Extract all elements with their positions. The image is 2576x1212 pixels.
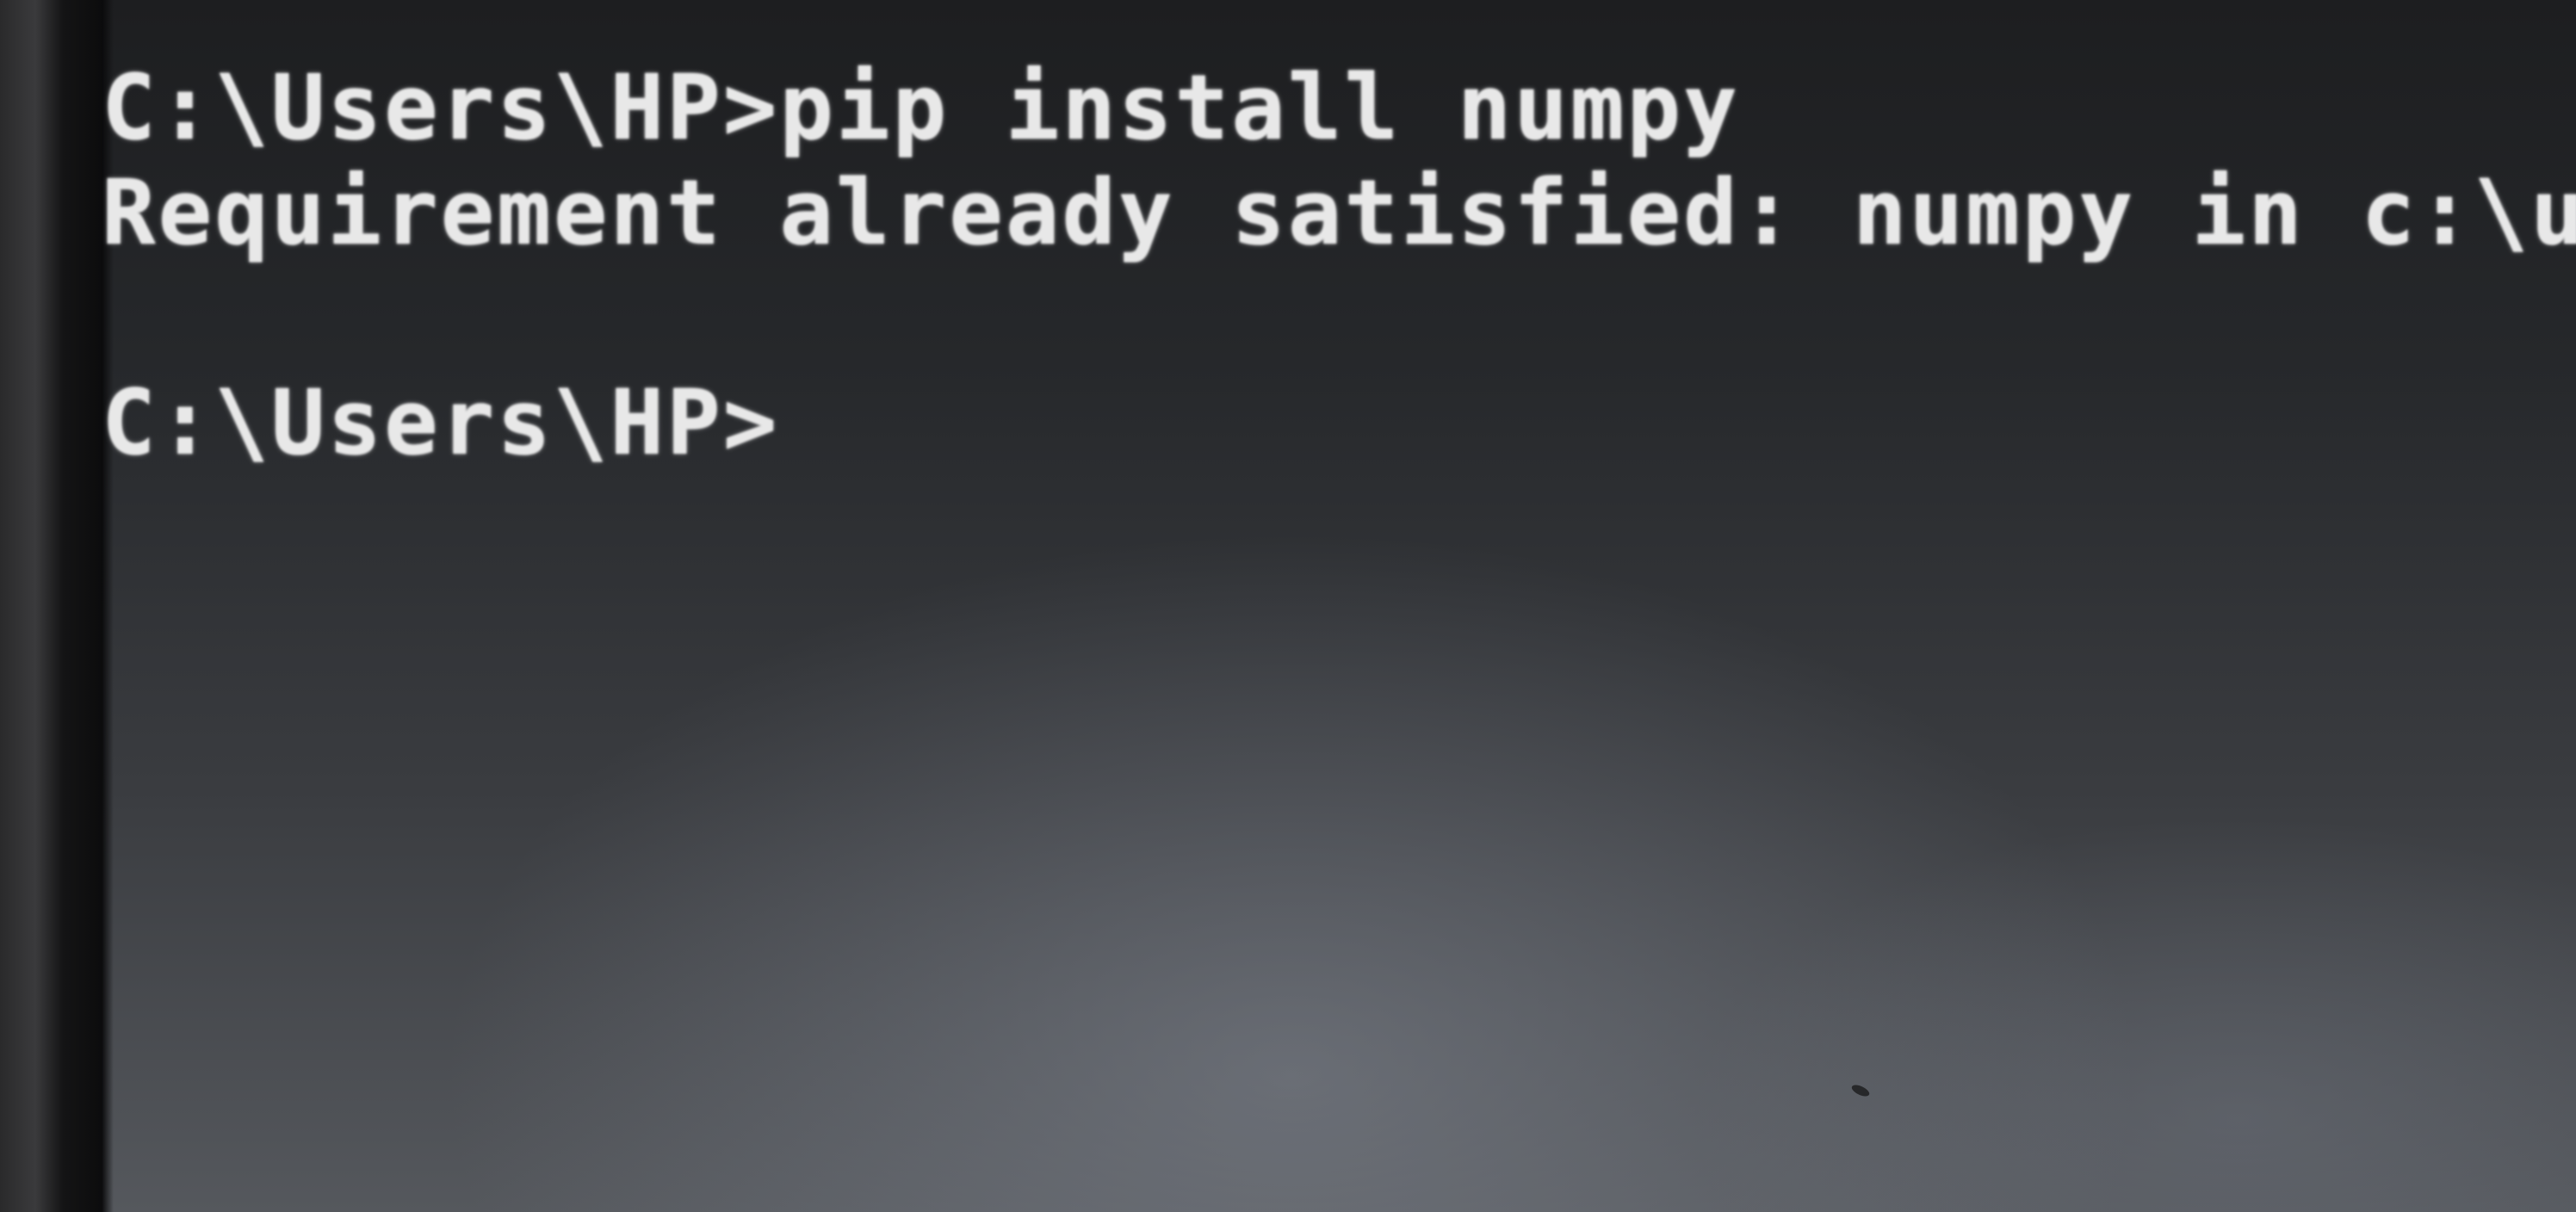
terminal-line-command: C:\Users\HP>pip install numpy [102,56,1740,159]
terminal-line-prompt[interactable]: C:\Users\HP> [102,371,779,474]
monitor-bezel [0,0,102,1212]
command-prompt-window[interactable]: C:\Users\HP>pip install numpy Requiremen… [102,47,2576,1166]
monitor-screen: C:\Users\HP>pip install numpy Requiremen… [0,0,2576,1212]
prompt-path: C:\Users\HP> [102,55,780,160]
typed-command: pip install numpy [779,55,1740,160]
prompt-path: C:\Users\HP> [102,370,780,475]
terminal-line-output: Requirement already satisfied: numpy in … [102,160,2576,265]
